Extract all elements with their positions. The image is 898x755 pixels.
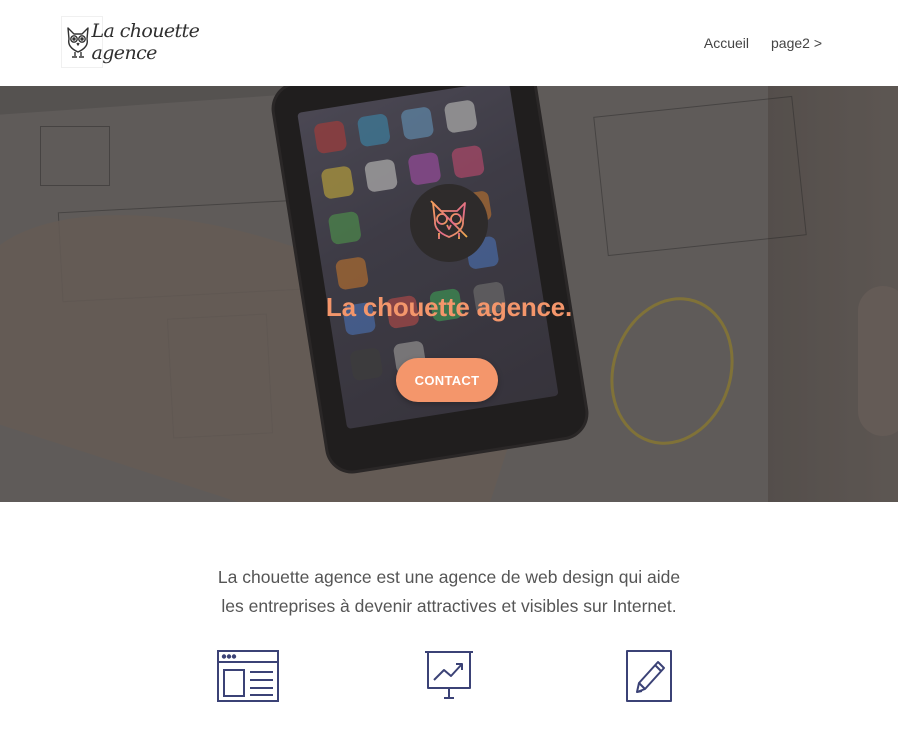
hero-section: La chouette agence. CONTACT [0,86,898,502]
brand-name: La chouette agence [91,20,200,64]
hero-owl-badge [410,184,488,262]
nav-link-page2[interactable]: page2 > [771,35,822,51]
pencil-edit-icon [625,650,675,707]
brand-logo-link[interactable]: La chouette agence [61,16,241,68]
main-nav: Accueil page2 > [704,35,822,51]
owl-icon [430,200,468,245]
hero-title: La chouette agence. [325,292,573,322]
nav-link-accueil[interactable]: Accueil [704,35,749,51]
contact-button[interactable]: CONTACT [396,358,498,402]
owl-logo-icon [61,16,95,68]
site-header: La chouette agence Accueil page2 > [0,0,898,86]
intro-line-2: les entreprises à devenir attractives et… [221,596,677,616]
intro-text: La chouette agence est une agence de web… [0,563,898,621]
intro-line-1: La chouette agence est une agence de web… [217,567,681,587]
presentation-chart-icon [424,650,474,707]
web-page-layout-icon [217,650,279,707]
